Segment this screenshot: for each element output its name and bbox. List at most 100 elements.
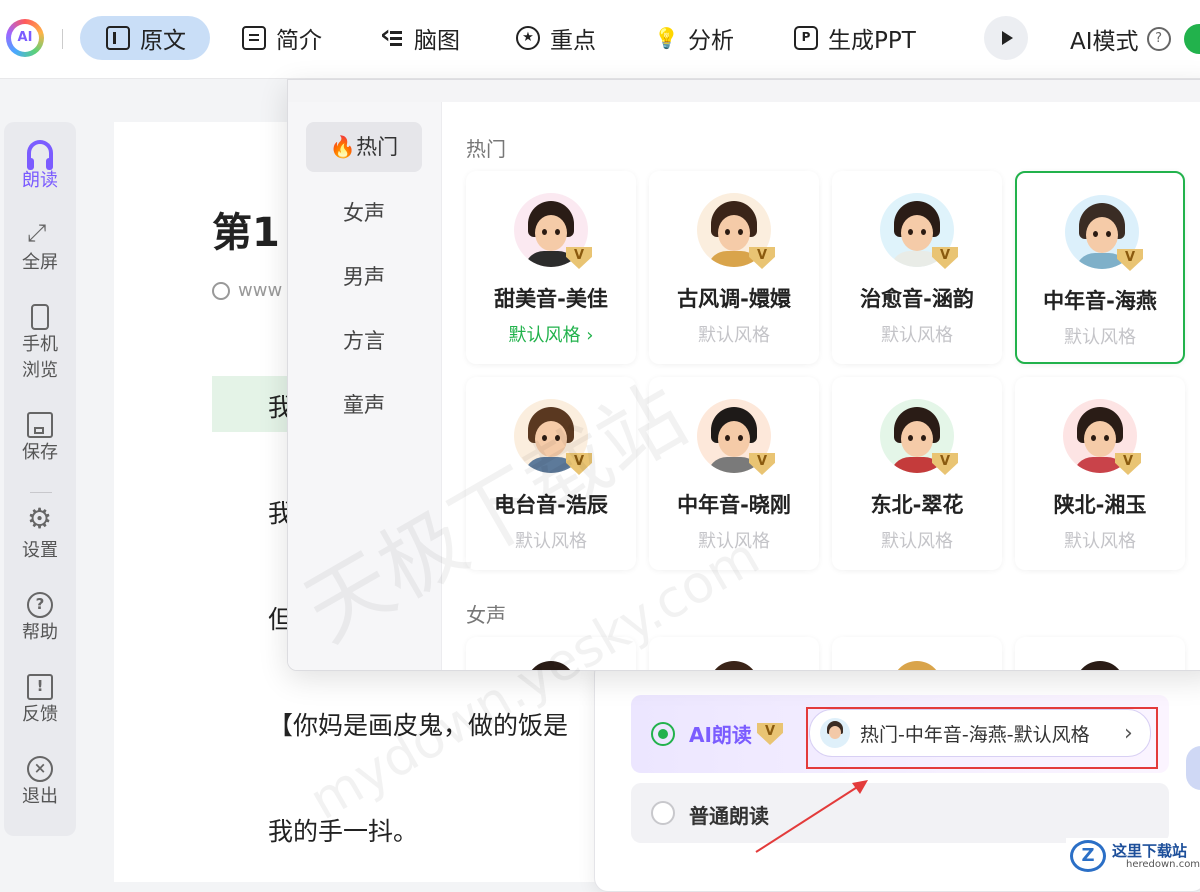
popup-header-strip [288, 80, 1200, 102]
sidebar-item-settings[interactable]: 设置 [4, 506, 76, 564]
voice-card[interactable]: 治愈音-涵韵默认风格 [832, 171, 1002, 364]
category-hot[interactable]: 🔥热门 [306, 122, 422, 172]
ai-mode: AI模式 ? [1070, 22, 1171, 56]
voice-card[interactable]: 甜美音-美佳默认风格 › [466, 171, 636, 364]
category-label: 男声 [343, 265, 385, 289]
sidebar-item-mobile-view[interactable]: 手机 浏览 [4, 304, 76, 384]
avatar-face [718, 421, 750, 457]
tab-label: 生成PPT [828, 28, 916, 54]
tab-mindmap[interactable]: 脑图 [380, 16, 460, 60]
sidebar-item-label: 设置 [22, 540, 58, 561]
category-male[interactable]: 男声 [306, 252, 422, 302]
avatar-face [535, 421, 567, 457]
top-toolbar: AI 原文 简介 脑图 ★ 重点 💡 分析 P 生成PPT AI模式 ? [0, 0, 1200, 79]
avatar-eyes [908, 435, 913, 441]
avatar-eyes [908, 229, 913, 235]
sidebar-divider [30, 492, 52, 493]
voice-card[interactable]: 中年音-晓刚默认风格 [649, 377, 819, 570]
sidebar-item-label: 保存 [22, 442, 58, 463]
sidebar-item-save[interactable]: 保存 [4, 412, 76, 466]
section-title-female: 女声 [466, 603, 506, 627]
avatar-eyes [1093, 231, 1098, 237]
sidebar-item-exit[interactable]: × 退出 [4, 756, 76, 810]
voice-style: 默认风格 [698, 325, 770, 346]
normal-reading-option[interactable]: 普通朗读 [631, 783, 1169, 843]
voice-name: 中年音-海燕 [1043, 289, 1157, 313]
voice-style: 默认风格 [1064, 327, 1136, 348]
voice-style: 默认风格 [881, 531, 953, 552]
sidebar-item-read-aloud[interactable]: 朗读 [4, 140, 76, 194]
voice-name: 电台音-浩辰 [494, 493, 608, 517]
voice-style[interactable]: 默认风格 › [466, 321, 636, 347]
document-icon [106, 26, 130, 50]
category-female[interactable]: 女声 [306, 188, 422, 238]
tab-label: 分析 [688, 28, 734, 54]
clipboard-icon [242, 26, 266, 50]
avatar-eyes [1091, 435, 1096, 441]
voice-name: 治愈音-涵韵 [860, 287, 974, 311]
app-logo[interactable]: AI [6, 19, 44, 57]
help-icon: ? [27, 592, 53, 618]
sidebar-item-fullscreen[interactable]: 全屏 [4, 220, 76, 276]
ai-reading-label: AI朗读 [689, 723, 752, 747]
sidebar-item-help[interactable]: ? 帮助 [4, 592, 76, 646]
play-button[interactable] [984, 16, 1028, 60]
avatar-eyes [542, 435, 547, 441]
voice-card-partial[interactable] [1015, 637, 1185, 670]
avatar-eyes [725, 229, 730, 235]
avatar [526, 661, 576, 670]
voice-name: 陕北-湘玉 [1053, 493, 1147, 517]
voice-style: 默认风格 [1064, 531, 1136, 552]
tab-key-points[interactable]: ★ 重点 [516, 16, 596, 60]
tab-original-text[interactable]: 原文 [80, 16, 210, 60]
site-logo-title: 这里下载站 [1112, 842, 1188, 860]
tab-generate-ppt[interactable]: P 生成PPT [794, 16, 916, 60]
sidebar-item-label-line2: 浏览 [22, 360, 58, 381]
floating-edge-button[interactable] [1186, 746, 1200, 790]
ai-reading-radio[interactable] [651, 722, 675, 746]
voice-card[interactable]: 电台音-浩辰默认风格 [466, 377, 636, 570]
save-icon [27, 412, 53, 438]
ai-mode-toggle[interactable] [1184, 24, 1200, 54]
avatar-face [901, 215, 933, 251]
avatar-eyes [542, 229, 547, 235]
chevron-right-icon: › [1124, 720, 1133, 746]
voice-card-partial[interactable] [649, 637, 819, 670]
site-logo: Z 这里下载站 heredown.com [1066, 838, 1200, 875]
sidebar-item-label: 手机 [22, 334, 58, 355]
avatar-eyes [725, 435, 730, 441]
voice-card-partial[interactable] [832, 637, 1002, 670]
voice-card-partial[interactable] [466, 637, 636, 670]
ai-reading-option[interactable]: AI朗读 热门-中年音-海燕-默认风格 › [631, 695, 1169, 773]
avatar-face [1084, 421, 1116, 457]
tab-summary[interactable]: 简介 [242, 16, 322, 60]
voice-selection-popup: 🔥热门 女声 男声 方言 童声 热门 甜美音-美佳默认风格 ›古风调-嬛嬛默认风… [287, 79, 1200, 671]
paragraph: 【你妈是画皮鬼，做的饭是 [268, 711, 569, 740]
voice-card[interactable]: 中年音-海燕默认风格 [1015, 171, 1185, 364]
sidebar-item-label: 帮助 [22, 622, 58, 643]
category-label: 方言 [343, 329, 385, 353]
document-url[interactable]: www [238, 280, 282, 301]
site-logo-icon: Z [1070, 840, 1106, 872]
mindmap-icon [380, 20, 404, 50]
voice-style: 默认风格 [515, 531, 587, 552]
voice-style: 默认风格 [881, 325, 953, 346]
voice-name: 东北-翠花 [870, 493, 964, 517]
category-child[interactable]: 童声 [306, 380, 422, 430]
tab-analysis[interactable]: 💡 分析 [654, 16, 734, 60]
voice-card[interactable]: 陕北-湘玉默认风格 [1015, 377, 1185, 570]
help-icon[interactable]: ? [1146, 27, 1171, 51]
tab-label: 简介 [276, 28, 322, 54]
tab-label: 脑图 [414, 28, 460, 54]
normal-reading-radio[interactable] [651, 801, 675, 825]
voice-selector-button[interactable]: 热门-中年音-海燕-默认风格 › [809, 709, 1151, 757]
category-label: 女声 [343, 201, 385, 225]
voice-style: 默认风格 [698, 531, 770, 552]
category-dialect[interactable]: 方言 [306, 316, 422, 366]
voice-card[interactable]: 东北-翠花默认风格 [832, 377, 1002, 570]
sidebar-item-label: 退出 [22, 786, 58, 807]
sidebar-item-feedback[interactable]: ! 反馈 [4, 674, 76, 728]
voice-card[interactable]: 古风调-嬛嬛默认风格 [649, 171, 819, 364]
feedback-icon: ! [27, 674, 53, 700]
star-circle-icon: ★ [516, 26, 540, 50]
